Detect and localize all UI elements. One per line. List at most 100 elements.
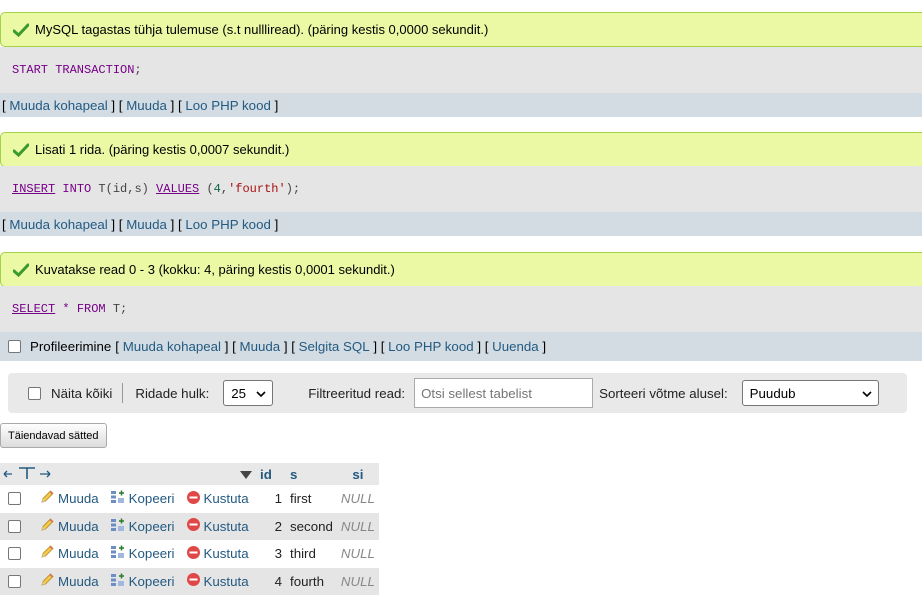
- rows-select[interactable]: 25: [223, 380, 274, 406]
- pencil-icon: [39, 517, 55, 536]
- sql-token: INSERT: [12, 182, 56, 196]
- sql-token: ;: [134, 63, 142, 77]
- sql-token: 4: [213, 182, 221, 196]
- extra-options-button[interactable]: Täiendavad sätted: [0, 423, 107, 448]
- delete-row-button[interactable]: Kustuta: [186, 572, 249, 590]
- cell-s: third: [286, 540, 337, 568]
- copy-rows-icon: [110, 572, 126, 591]
- success-message-2: Lisati 1 rida. (päring kestis 0,0007 sek…: [0, 132, 922, 167]
- filter-label: Filtreeritud read:: [308, 385, 406, 401]
- cell-id: 4: [256, 567, 286, 595]
- create-php-link[interactable]: Loo PHP kood: [185, 217, 271, 232]
- divider: [122, 383, 124, 403]
- row-checkbox[interactable]: [8, 547, 21, 561]
- edit-row-label: Muuda: [58, 546, 99, 562]
- edit-link[interactable]: Muuda: [126, 217, 167, 232]
- table-row: Muuda Kopeeri: [0, 485, 379, 513]
- copy-row-label: Kopeeri: [128, 518, 175, 534]
- sql-token: 'fourth': [228, 182, 286, 196]
- cell-si: NULL: [336, 485, 379, 513]
- create-php-link[interactable]: Loo PHP kood: [388, 339, 474, 354]
- table-navigation-bar: Näita kõiki Ridade hulk: 25 Filtreeritud…: [8, 373, 907, 413]
- table-row: Muuda Kopeeri: [0, 540, 379, 568]
- message-text: Lisati 1 rida. (päring kestis 0,0007 sek…: [35, 142, 290, 157]
- column-header-s[interactable]: s: [286, 463, 337, 485]
- sort-label: Sorteeri võtme alusel:: [599, 385, 728, 401]
- explain-sql-link[interactable]: Selgita SQL: [299, 339, 370, 354]
- sql-token: FROM: [76, 302, 106, 316]
- copy-row-button[interactable]: Kopeeri: [110, 544, 175, 563]
- delete-row-label: Kustuta: [203, 546, 249, 562]
- delete-icon: [186, 517, 201, 535]
- edit-row-button[interactable]: Muuda: [39, 517, 99, 536]
- filter-input[interactable]: Otsi sellest tabelist: [414, 378, 594, 408]
- pencil-icon: [39, 572, 55, 591]
- cell-si: NULL: [336, 512, 379, 540]
- sql-token: T(id,s): [91, 182, 157, 196]
- success-message-1: MySQL tagastas tühja tulemuse (s.t nulll…: [0, 12, 922, 47]
- filter-placeholder: Otsi sellest tabelist: [421, 385, 532, 401]
- cell-id: 1: [256, 485, 286, 513]
- edit-row-button[interactable]: Muuda: [39, 544, 99, 563]
- column-header-id[interactable]: id: [256, 463, 286, 485]
- success-message-3: Kuvatakse read 0 - 3 (kokku: 4, päring k…: [0, 252, 922, 287]
- delete-row-button[interactable]: Kustuta: [186, 517, 249, 535]
- cell-si: NULL: [336, 540, 379, 568]
- sql-token: );: [285, 182, 301, 196]
- edit-inline-link[interactable]: Muuda kohapeal: [9, 98, 107, 113]
- check-icon: [13, 23, 29, 37]
- table-row: Muuda Kopeeri: [0, 567, 379, 595]
- delete-row-button[interactable]: Kustuta: [186, 545, 249, 563]
- copy-row-button[interactable]: Kopeeri: [110, 489, 175, 508]
- sql-query-3: SELECT * FROM T;: [0, 286, 922, 332]
- create-php-link[interactable]: Loo PHP kood: [185, 98, 271, 113]
- row-checkbox[interactable]: [8, 574, 21, 588]
- column-width-arrows-icon[interactable]: [2, 466, 54, 483]
- cell-s: first: [286, 485, 337, 513]
- edit-row-label: Muuda: [58, 573, 99, 589]
- edit-inline-link[interactable]: Muuda kohapeal: [123, 339, 221, 354]
- show-all-checkbox[interactable]: [28, 386, 41, 400]
- check-icon: [13, 143, 29, 157]
- edit-link[interactable]: Muuda: [126, 98, 167, 113]
- copy-rows-icon: [110, 544, 126, 563]
- row-checkbox[interactable]: [8, 492, 21, 506]
- edit-link[interactable]: Muuda: [240, 339, 281, 354]
- edit-row-button[interactable]: Muuda: [39, 572, 99, 591]
- edit-row-button[interactable]: Muuda: [39, 489, 99, 508]
- column-header-si[interactable]: si: [336, 463, 379, 485]
- pencil-icon: [39, 544, 55, 563]
- sql-token: *: [62, 302, 70, 316]
- copy-row-button[interactable]: Kopeeri: [110, 517, 175, 536]
- profiling-label: Profileerimine: [30, 339, 112, 354]
- cell-s: fourth: [286, 567, 337, 595]
- table-row: Muuda Kopeeri: [0, 512, 379, 540]
- delete-row-label: Kustuta: [203, 573, 249, 589]
- edit-row-label: Muuda: [58, 518, 99, 534]
- row-checkbox[interactable]: [8, 519, 21, 533]
- sort-triangle-icon[interactable]: [240, 467, 252, 482]
- rows-label: Ridade hulk:: [135, 385, 210, 401]
- copy-row-label: Kopeeri: [128, 491, 175, 507]
- delete-icon: [186, 545, 201, 563]
- query-links-3: Profileerimine [ Muuda kohapeal ] [ Muud…: [0, 332, 922, 361]
- copy-row-label: Kopeeri: [128, 573, 175, 589]
- sql-token: SELECT: [12, 302, 56, 316]
- cell-id: 2: [256, 512, 286, 540]
- copy-row-button[interactable]: Kopeeri: [110, 572, 175, 591]
- chevron-down-icon: [256, 386, 266, 401]
- sort-select[interactable]: Puudub: [741, 380, 879, 406]
- cell-id: 3: [256, 540, 286, 568]
- query-links-2: [ Muuda kohapeal ] [ Muuda ] [ Loo PHP k…: [0, 212, 922, 236]
- delete-row-button[interactable]: Kustuta: [186, 490, 249, 508]
- rows-select-value: 25: [231, 385, 247, 401]
- profiling-checkbox[interactable]: [8, 340, 21, 353]
- cell-s: second: [286, 512, 337, 540]
- refresh-link[interactable]: Uuenda: [492, 339, 539, 354]
- edit-inline-link[interactable]: Muuda kohapeal: [9, 217, 107, 232]
- sql-token: VALUES: [156, 182, 200, 196]
- delete-icon: [186, 572, 201, 590]
